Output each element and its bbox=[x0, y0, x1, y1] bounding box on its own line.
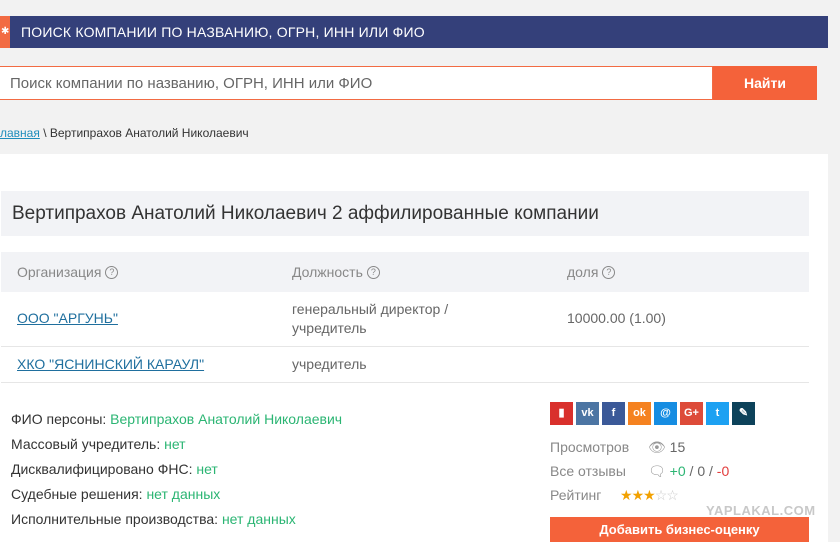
column-header-share: доля? bbox=[567, 252, 616, 292]
banner-icon: ✱ bbox=[1, 26, 10, 37]
help-icon[interactable]: ? bbox=[366, 266, 380, 279]
star-filled-icon[interactable]: ★ bbox=[632, 487, 645, 503]
eye-icon: 👁 bbox=[648, 439, 666, 455]
rating-stat: Рейтинг ★★★☆☆ bbox=[550, 487, 679, 503]
fact-mass-founder: Массовый учредитель: нет bbox=[11, 436, 186, 452]
star-empty-icon[interactable]: ☆ bbox=[655, 487, 668, 503]
person-card: Вертипрахов Анатолий Николаевич 2 аффили… bbox=[0, 154, 828, 542]
share-cell: 10000.00 (1.00) bbox=[567, 310, 666, 326]
star-filled-icon[interactable]: ★ bbox=[643, 487, 656, 503]
facebook-icon[interactable]: f bbox=[602, 402, 625, 425]
column-header-position: Должность? bbox=[292, 252, 380, 292]
star-filled-icon[interactable]: ★ bbox=[620, 487, 633, 503]
fact-enforcement: Исполнительные производства: нет данных bbox=[11, 511, 296, 527]
search-bar: Найти bbox=[0, 66, 817, 100]
column-header-organization: Организация? bbox=[17, 252, 119, 292]
twitter-icon[interactable]: t bbox=[706, 402, 729, 425]
odnoklassniki-icon[interactable]: ok bbox=[628, 402, 651, 425]
fact-court-decisions: Судебные решения: нет данных bbox=[11, 486, 221, 502]
top-banner: ✱ ПОИСК КОМПАНИИ ПО НАЗВАНИЮ, ОГРН, ИНН … bbox=[0, 16, 828, 48]
banner-title: ПОИСК КОМПАНИИ ПО НАЗВАНИЮ, ОГРН, ИНН ИЛ… bbox=[21, 24, 425, 40]
help-icon[interactable]: ? bbox=[105, 266, 119, 279]
org-cell: ХКО "ЯСНИНСКИЙ КАРАУЛ" bbox=[17, 356, 204, 372]
banner-accent: ✱ bbox=[0, 16, 10, 48]
breadcrumb-current: Вертипрахов Анатолий Николаевич bbox=[49, 126, 249, 140]
fact-disqualified: Дисквалифицировано ФНС: нет bbox=[11, 461, 218, 477]
table-row: ХКО "ЯСНИНСКИЙ КАРАУЛ" учредитель bbox=[1, 347, 809, 383]
moimir-icon[interactable]: @ bbox=[654, 402, 677, 425]
rating-stars[interactable]: ★★★☆☆ bbox=[620, 487, 679, 504]
org-cell: ООО "АРГУНЬ" bbox=[17, 310, 118, 326]
org-link[interactable]: ООО "АРГУНЬ" bbox=[17, 310, 118, 326]
bookmark-icon[interactable]: ▮ bbox=[550, 402, 573, 425]
vk-icon[interactable]: vk bbox=[576, 402, 599, 425]
breadcrumb-home-link[interactable]: лавная bbox=[0, 126, 40, 140]
org-link[interactable]: ХКО "ЯСНИНСКИЙ КАРАУЛ" bbox=[17, 356, 204, 372]
help-icon[interactable]: ? bbox=[602, 266, 616, 279]
search-input[interactable] bbox=[0, 66, 713, 100]
table-header: Организация? Должность? доля? bbox=[1, 252, 809, 292]
views-stat: Просмотров 👁 15 bbox=[550, 439, 686, 455]
role-cell: генеральный директор / учредитель bbox=[292, 301, 449, 336]
breadcrumb-separator: \ bbox=[39, 126, 50, 140]
page-heading: Вертипрахов Анатолий Николаевич 2 аффили… bbox=[1, 191, 809, 236]
star-empty-icon[interactable]: ☆ bbox=[666, 487, 679, 503]
fact-fio: ФИО персоны: Вертипрахов Анатолий Никола… bbox=[11, 411, 343, 427]
person-facts: ФИО персоны: Вертипрахов Анатолий Никола… bbox=[11, 407, 342, 532]
role-cell: учредитель bbox=[292, 356, 367, 372]
table-row: ООО "АРГУНЬ" генеральный директор / учре… bbox=[1, 292, 809, 347]
livejournal-icon[interactable]: ✎ bbox=[732, 402, 755, 425]
page-title: Вертипрахов Анатолий Николаевич 2 аффили… bbox=[12, 203, 599, 224]
googleplus-icon[interactable]: G+ bbox=[680, 402, 703, 425]
reviews-stat: Все отзывы 🗨 +0 / 0 / -0 bbox=[550, 463, 730, 479]
add-rating-button[interactable]: Добавить бизнес-оценку bbox=[550, 517, 809, 542]
comment-icon: 🗨 bbox=[648, 463, 666, 479]
watermark: YAPLAKAL.COM bbox=[706, 503, 816, 518]
search-button[interactable]: Найти bbox=[713, 66, 817, 100]
breadcrumb: лавная \ Вертипрахов Анатолий Николаевич bbox=[0, 126, 249, 140]
